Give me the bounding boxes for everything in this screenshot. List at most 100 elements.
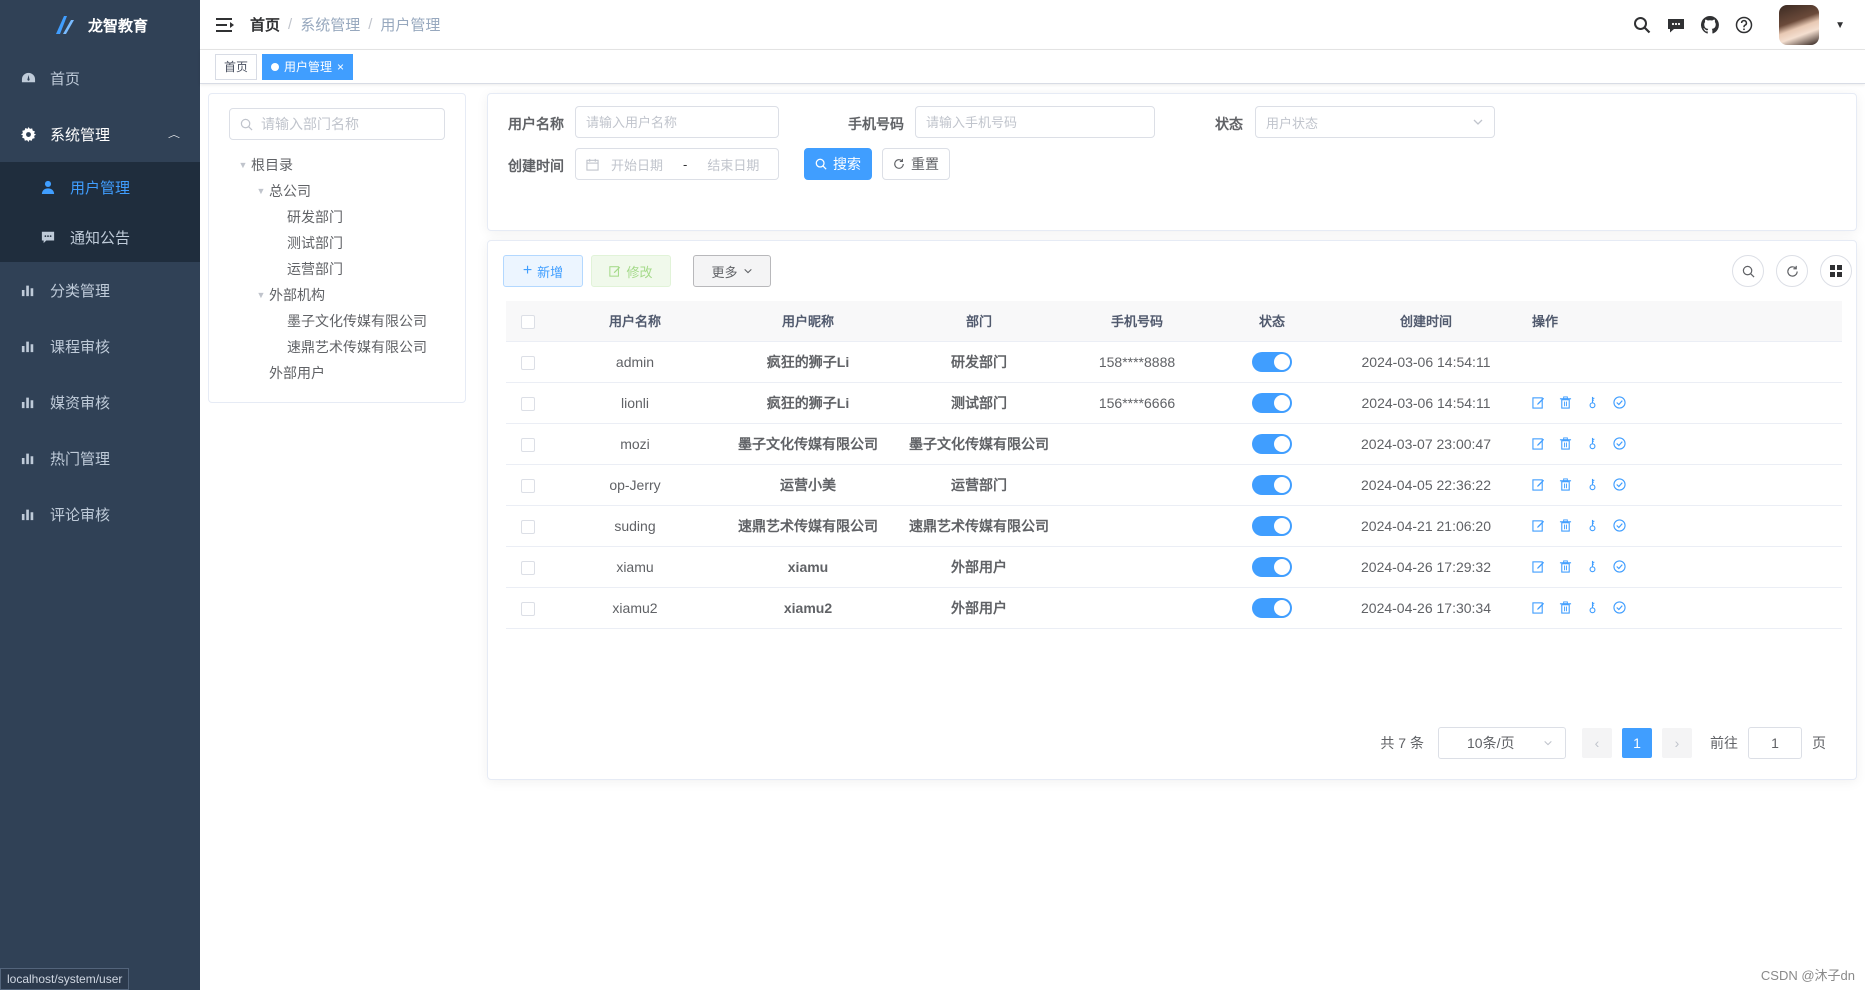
github-icon[interactable] <box>1699 14 1721 36</box>
status-select[interactable]: 用户状态 <box>1255 106 1495 138</box>
created-time-cell: 2024-03-07 23:00:47 <box>1332 423 1520 465</box>
key-icon[interactable] <box>1586 519 1600 533</box>
sidebar-item-user-management[interactable]: 用户管理 <box>0 162 200 212</box>
more-dropdown[interactable]: 更多 <box>693 255 771 287</box>
start-date-input[interactable]: 开始日期 <box>611 155 663 174</box>
edit-button[interactable]: 修改 <box>591 255 671 287</box>
sidebar-item-category[interactable]: 分类管理 <box>0 262 200 318</box>
username-input[interactable] <box>586 114 768 130</box>
help-icon[interactable] <box>1733 14 1755 36</box>
row-checkbox[interactable] <box>521 437 535 452</box>
tree-node[interactable]: ▼ 根目录 <box>229 152 427 178</box>
check-circle-icon[interactable] <box>1613 436 1627 451</box>
end-date-input[interactable]: 结束日期 <box>707 155 759 174</box>
table-row[interactable]: op-Jerry 运营小美 运营部门 2024-04-05 22:36:22 <box>506 464 1842 506</box>
tree-node[interactable]: ▼测试部门 <box>229 230 427 256</box>
page-size-select[interactable]: 10条/页 <box>1438 727 1566 759</box>
sidebar-item-comment-review[interactable]: 评论审核 <box>0 486 200 542</box>
edit-icon[interactable] <box>1532 437 1546 451</box>
sidebar-item-media-review[interactable]: 媒资审核 <box>0 374 200 430</box>
tree-node[interactable]: ▼ 总公司 <box>229 178 427 204</box>
caret-down-icon[interactable]: ▼ <box>253 290 269 300</box>
refresh-button[interactable] <box>1776 255 1808 287</box>
check-circle-icon[interactable] <box>1613 559 1627 574</box>
key-icon[interactable] <box>1586 560 1600 574</box>
status-switch[interactable] <box>1252 351 1292 372</box>
caret-down-icon[interactable]: ▼ <box>1835 20 1845 31</box>
tree-node[interactable]: ▼墨子文化传媒有限公司 <box>229 308 427 334</box>
avatar[interactable] <box>1779 5 1820 45</box>
status-switch[interactable] <box>1252 597 1292 618</box>
toggle-search-button[interactable] <box>1732 255 1764 287</box>
row-checkbox[interactable] <box>521 519 535 534</box>
tree-node[interactable]: ▼研发部门 <box>229 204 427 230</box>
table-row[interactable]: suding 速鼎艺术传媒有限公司 速鼎艺术传媒有限公司 2024-04-21 21:… <box>506 505 1842 547</box>
columns-button[interactable] <box>1820 255 1852 287</box>
delete-icon[interactable] <box>1559 518 1573 533</box>
dept-search-input[interactable] <box>261 116 441 132</box>
table-row[interactable]: lionli 疯狂的狮子Li 测试部门 156****6666 2024-03-06 1… <box>506 382 1842 424</box>
edit-icon[interactable] <box>1532 519 1546 533</box>
row-checkbox[interactable] <box>521 478 535 493</box>
tag-user-management[interactable]: 用户管理 × <box>262 53 354 80</box>
status-switch[interactable] <box>1252 556 1292 577</box>
select-all-checkbox[interactable] <box>521 314 535 329</box>
tree-node[interactable]: ▼外部用户 <box>229 360 427 386</box>
delete-icon[interactable] <box>1559 559 1573 574</box>
status-switch[interactable] <box>1252 392 1292 413</box>
key-icon[interactable] <box>1586 478 1600 492</box>
prev-page-button[interactable]: ‹ <box>1582 728 1612 758</box>
check-circle-icon[interactable] <box>1613 518 1627 533</box>
caret-down-icon[interactable]: ▼ <box>235 160 251 170</box>
search-button[interactable]: 搜索 <box>804 148 872 180</box>
message-icon[interactable] <box>1665 14 1687 36</box>
sidebar-item-home[interactable]: 首页 <box>0 50 200 106</box>
breadcrumb-home[interactable]: 首页 <box>250 14 280 35</box>
status-switch[interactable] <box>1252 515 1292 536</box>
page-number[interactable]: 1 <box>1622 728 1652 758</box>
table-row[interactable]: xiamu xiamu 外部用户 2024-04-26 17:29:32 <box>506 546 1842 588</box>
add-button[interactable]: + 新增 <box>503 255 583 287</box>
phone-input[interactable] <box>926 114 1144 130</box>
delete-icon[interactable] <box>1559 600 1573 615</box>
sidebar-item-course-review[interactable]: 课程审核 <box>0 318 200 374</box>
search-icon[interactable] <box>1631 14 1653 36</box>
edit-icon[interactable] <box>1532 601 1546 615</box>
tag-home[interactable]: 首页 <box>215 53 258 80</box>
check-circle-icon[interactable] <box>1613 600 1627 615</box>
row-checkbox[interactable] <box>521 601 535 616</box>
row-checkbox[interactable] <box>521 355 535 370</box>
status-switch[interactable] <box>1252 433 1292 454</box>
sidebar-item-hot[interactable]: 热门管理 <box>0 430 200 486</box>
tree-node[interactable]: ▼运营部门 <box>229 256 427 282</box>
row-checkbox[interactable] <box>521 560 535 575</box>
sidebar-item-system[interactable]: 系统管理 ︿ <box>0 106 200 162</box>
sidebar-item-notice[interactable]: 通知公告 <box>0 212 200 262</box>
status-switch[interactable] <box>1252 474 1292 495</box>
tree-node[interactable]: ▼速鼎艺术传媒有限公司 <box>229 334 427 360</box>
key-icon[interactable] <box>1586 437 1600 451</box>
reset-button[interactable]: 重置 <box>882 148 950 180</box>
next-page-button[interactable]: › <box>1662 728 1692 758</box>
key-icon[interactable] <box>1586 601 1600 615</box>
table-row[interactable]: xiamu2 xiamu2 外部用户 2024-04-26 17:30:34 <box>506 587 1842 629</box>
caret-down-icon[interactable]: ▼ <box>253 186 269 196</box>
edit-icon[interactable] <box>1532 478 1546 492</box>
row-checkbox[interactable] <box>521 396 535 411</box>
delete-icon[interactable] <box>1559 436 1573 451</box>
delete-icon[interactable] <box>1559 477 1573 492</box>
tree-node[interactable]: ▼ 外部机构 <box>229 282 427 308</box>
check-circle-icon[interactable] <box>1613 477 1627 492</box>
delete-icon[interactable] <box>1559 395 1573 410</box>
check-circle-icon[interactable] <box>1613 395 1627 410</box>
key-icon[interactable] <box>1586 396 1600 410</box>
logo[interactable]: 龙智教育 <box>0 0 200 50</box>
edit-icon[interactable] <box>1532 560 1546 574</box>
table-row[interactable]: mozi 墨子文化传媒有限公司 墨子文化传媒有限公司 2024-03-07 23:00… <box>506 423 1842 465</box>
edit-icon[interactable] <box>1532 396 1546 410</box>
goto-page-input[interactable] <box>1748 727 1802 759</box>
table-row[interactable]: admin 疯狂的狮子Li 研发部门 158****8888 2024-03-06 14… <box>506 341 1842 383</box>
hamburger-icon[interactable] <box>200 0 250 50</box>
date-range[interactable]: 开始日期 - 结束日期 <box>575 148 779 180</box>
close-icon[interactable]: × <box>337 60 344 74</box>
